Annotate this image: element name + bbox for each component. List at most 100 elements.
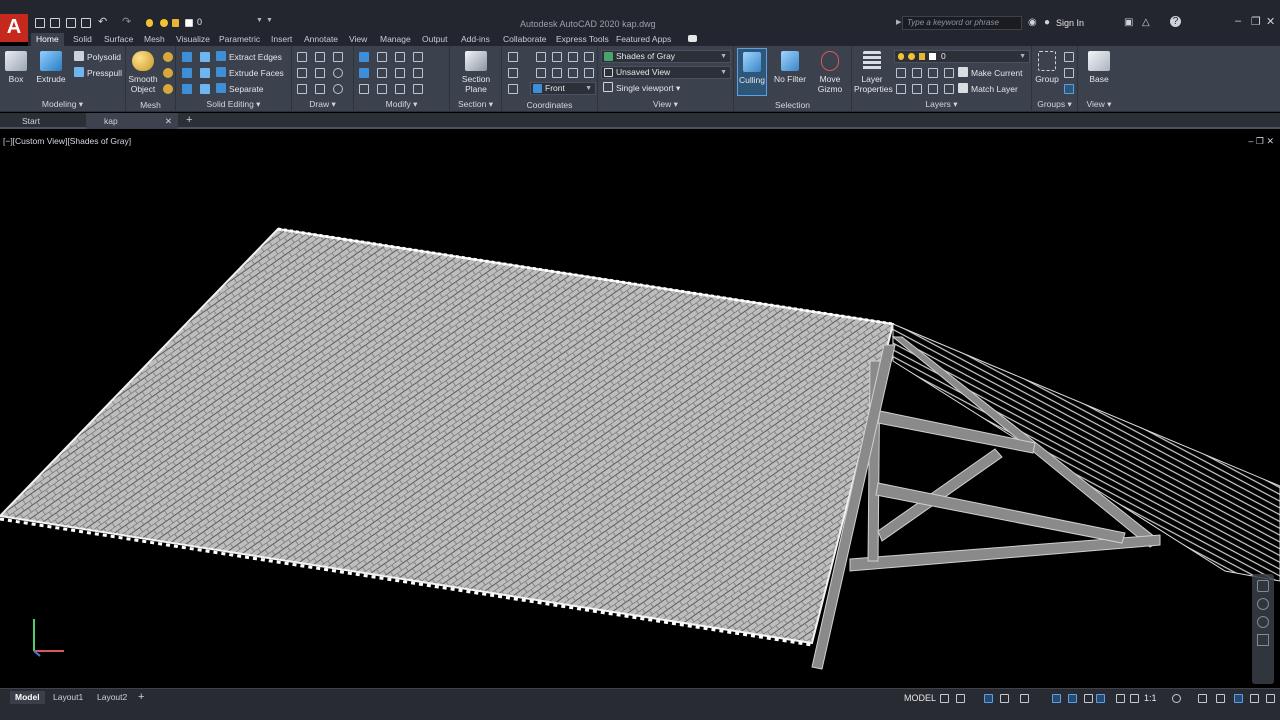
layer-unisolate-icon[interactable] [896, 84, 906, 94]
panel-title-solid-editing[interactable]: Solid Editing ▾ [176, 99, 291, 110]
panel-title-selection[interactable]: Selection [734, 100, 851, 110]
panel-title-groups[interactable]: Groups ▾ [1032, 99, 1077, 110]
ucs-object-icon[interactable] [552, 68, 562, 78]
tab-add-ins[interactable]: Add-ins [456, 33, 495, 46]
smooth-object-button[interactable]: Smooth Object [128, 51, 158, 94]
ucs-x-icon[interactable] [584, 68, 594, 78]
named-view-dropdown[interactable]: Unsaved View ▼ [601, 66, 731, 79]
file-tab-kap[interactable]: kap ✕ [86, 113, 178, 129]
ucs-view-dropdown[interactable]: Front ▼ [530, 82, 596, 95]
redo-icon[interactable]: ↷ [122, 15, 132, 28]
ungroup-icon[interactable] [1064, 52, 1074, 62]
panel-title-modeling[interactable]: Modeling ▾ [0, 99, 125, 110]
group-edit-icon[interactable] [1064, 68, 1074, 78]
separate-button[interactable]: Separate [216, 82, 264, 96]
roof-main-plane[interactable] [0, 227, 895, 645]
offset-icon[interactable] [413, 84, 423, 94]
culling-button[interactable]: Culling [737, 48, 767, 96]
extrude-button[interactable]: Extrude [36, 51, 66, 84]
layout-tab-model[interactable]: Model [10, 691, 45, 704]
subtract-icon[interactable] [182, 68, 192, 78]
section-plane-button[interactable]: Section Plane [456, 51, 496, 94]
tab-mesh[interactable]: Mesh [139, 33, 170, 46]
help-icon[interactable]: ? [1170, 16, 1181, 27]
group-button[interactable]: Group [1034, 51, 1060, 84]
layer-thaw-all-icon[interactable] [912, 84, 922, 94]
annotation-monitor-icon[interactable] [1096, 694, 1105, 703]
explode-icon[interactable] [413, 68, 423, 78]
trim-icon[interactable] [395, 52, 405, 62]
polar-icon[interactable] [1000, 694, 1009, 703]
layer-isolate-icon[interactable] [912, 68, 922, 78]
sign-in-button[interactable]: Sign In [1056, 18, 1084, 28]
object-snap-tracking-icon[interactable] [1052, 694, 1061, 703]
union-icon[interactable] [182, 52, 192, 62]
group-select-icon[interactable] [1064, 84, 1074, 94]
file-tab-start[interactable]: Start [4, 113, 84, 129]
arc-icon[interactable] [333, 52, 343, 62]
circle-icon[interactable] [333, 68, 343, 78]
selection-cycling-icon[interactable] [1116, 694, 1125, 703]
copy-icon[interactable] [359, 68, 369, 78]
lineweight-icon[interactable] [1084, 694, 1093, 703]
layer-sun-icon[interactable] [160, 19, 168, 27]
thicken-icon[interactable] [200, 84, 210, 94]
ucs-view-icon[interactable] [536, 68, 546, 78]
array-icon[interactable] [395, 84, 405, 94]
tab-collaborate[interactable]: Collaborate [498, 33, 551, 46]
polyline-icon[interactable] [315, 52, 325, 62]
viewport-controls-label[interactable]: [−][Custom View][Shades of Gray] [3, 136, 131, 146]
close-icon[interactable]: ✕ [1266, 15, 1275, 28]
layer-on-all-icon[interactable] [928, 84, 938, 94]
base-view-button[interactable]: Base [1084, 51, 1114, 84]
tab-insert[interactable]: Insert [266, 33, 297, 46]
ellipse-icon[interactable] [333, 84, 343, 94]
layout-tab-layout2[interactable]: Layout2 [92, 691, 132, 704]
box-button[interactable]: Box [3, 51, 29, 84]
panel-title-coordinates[interactable]: Coordinates [502, 100, 597, 110]
save-as-icon[interactable] [81, 18, 91, 28]
layer-off-icon[interactable] [896, 68, 906, 78]
annotate-plus-icon[interactable] [1198, 694, 1207, 703]
viewport-minimize-icon[interactable]: – [1248, 136, 1253, 146]
minimize-icon[interactable]: – [1235, 15, 1241, 27]
tab-solid[interactable]: Solid [68, 33, 97, 46]
workspace-gear-icon[interactable] [1172, 694, 1181, 703]
polygon-icon[interactable] [297, 84, 307, 94]
interfere-icon[interactable] [200, 52, 210, 62]
new-tab-icon[interactable]: + [186, 114, 192, 126]
cart-icon[interactable]: ▣ [1124, 17, 1133, 28]
tab-home[interactable]: Home [31, 33, 64, 46]
panel-title-mesh[interactable]: Mesh [126, 100, 175, 110]
customize-status-icon[interactable] [1266, 694, 1275, 703]
ribbon-toggle-icon[interactable] [688, 35, 697, 42]
showmotion-icon[interactable] [1257, 634, 1269, 646]
viewport-config-button[interactable]: Single viewport ▾ [603, 81, 680, 95]
layer-color-icon[interactable] [185, 19, 193, 27]
tab-parametric[interactable]: Parametric [214, 33, 265, 46]
mesh-smooth-more-icon[interactable] [163, 52, 173, 62]
line-icon[interactable] [297, 52, 307, 62]
close-tab-icon[interactable]: ✕ [165, 113, 172, 129]
layer-bulb-icon[interactable] [146, 19, 153, 27]
restore-icon[interactable]: ❐ [1251, 15, 1261, 28]
xline-icon[interactable] [315, 68, 325, 78]
panel-title-section[interactable]: Section ▾ [450, 99, 501, 110]
spline-icon[interactable] [297, 68, 307, 78]
quick-access-layer-value[interactable]: 0 [197, 17, 202, 27]
model-space-button[interactable]: MODEL [904, 693, 936, 703]
pan-icon[interactable] [1257, 580, 1269, 592]
tab-express-tools[interactable]: Express Tools [551, 33, 614, 46]
binoculars-icon[interactable]: ◉ [1028, 17, 1037, 28]
snap-icon[interactable] [956, 694, 965, 703]
viewport-close-icon[interactable]: ✕ [1266, 136, 1274, 146]
ucs-previous-icon[interactable] [508, 68, 518, 78]
object-snap-icon[interactable] [1068, 694, 1077, 703]
panel-title-layers[interactable]: Layers ▾ [852, 99, 1031, 110]
make-current-button[interactable]: Make Current [958, 66, 1023, 80]
ucs-zaxis-icon[interactable] [568, 52, 578, 62]
navigation-bar[interactable] [1252, 574, 1274, 684]
add-layout-icon[interactable]: + [138, 691, 144, 703]
presspull-button[interactable]: Presspull [74, 66, 122, 80]
panel-title-view-base[interactable]: View ▾ [1078, 99, 1120, 110]
